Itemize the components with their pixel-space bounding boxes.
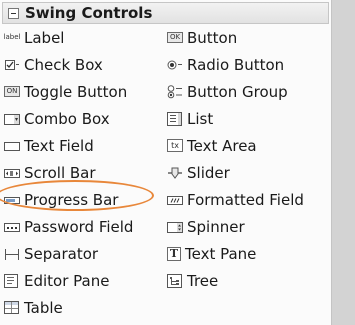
item-label: Check Box	[24, 55, 103, 74]
item-label: Button Group	[187, 82, 288, 101]
text-field-icon	[4, 139, 20, 153]
text-pane-icon: T	[167, 246, 181, 261]
button-group-icon	[167, 84, 183, 99]
item-label: Table	[24, 298, 63, 317]
item-label: Formatted Field	[187, 190, 304, 209]
table-icon	[4, 300, 20, 315]
password-field-icon	[4, 220, 20, 234]
palette-item-separator[interactable]: Separator	[4, 240, 98, 267]
formatted-field-icon	[167, 193, 183, 207]
palette-item-spinner[interactable]: Spinner	[167, 213, 245, 240]
list-icon	[167, 111, 183, 126]
combo-box-icon	[4, 112, 20, 126]
toggle-button-icon: ON	[4, 86, 20, 97]
item-label: List	[187, 109, 214, 128]
item-label: Slider	[187, 163, 230, 182]
item-label: Scroll Bar	[24, 163, 96, 182]
palette-item-tree[interactable]: Tree	[167, 267, 218, 294]
component-grid: label Label Check Box ON Toggle Button C…	[0, 24, 330, 325]
scroll-bar-icon	[4, 166, 20, 180]
swing-controls-header[interactable]: Swing Controls	[2, 2, 329, 24]
radio-button-icon	[167, 58, 183, 72]
palette-item-check-box[interactable]: Check Box	[4, 51, 103, 78]
vertical-scrollbar[interactable]	[331, 0, 355, 325]
spinner-icon	[167, 220, 183, 234]
text-area-icon: tx	[167, 139, 183, 152]
palette-item-button[interactable]: OK Button	[167, 24, 237, 51]
palette-item-toggle-button[interactable]: ON Toggle Button	[4, 78, 127, 105]
label-icon: label	[3, 33, 21, 41]
item-label: Progress Bar	[24, 190, 119, 209]
item-label: Password Field	[24, 217, 134, 236]
palette-item-scroll-bar[interactable]: Scroll Bar	[4, 159, 96, 186]
tree-icon	[167, 273, 183, 288]
palette-item-password-field[interactable]: Password Field	[4, 213, 133, 240]
collapse-icon[interactable]	[8, 7, 19, 19]
palette-item-button-group[interactable]: Button Group	[167, 78, 288, 105]
palette-item-slider[interactable]: Slider	[167, 159, 230, 186]
item-label: Toggle Button	[24, 82, 128, 101]
button-icon: OK	[167, 32, 183, 43]
palette-item-progress-bar[interactable]: Progress Bar	[4, 186, 118, 213]
palette-item-list[interactable]: List	[167, 105, 213, 132]
item-label: Text Area	[187, 136, 257, 155]
section-title: Swing Controls	[25, 4, 153, 22]
swing-palette: Swing Controls label Label Check Box ON …	[0, 0, 355, 325]
palette-item-combo-box[interactable]: Combo Box	[4, 105, 110, 132]
item-label: Tree	[187, 271, 219, 290]
checkbox-icon	[4, 58, 20, 72]
item-label: Text Field	[24, 136, 94, 155]
palette-item-editor-pane[interactable]: Editor Pane	[4, 267, 109, 294]
palette-item-text-area[interactable]: tx Text Area	[167, 132, 257, 159]
palette-item-text-pane[interactable]: T Text Pane	[167, 240, 256, 267]
item-label: Spinner	[187, 217, 245, 236]
item-label: Separator	[24, 244, 99, 263]
item-label: Button	[187, 28, 238, 47]
progress-bar-icon	[4, 193, 20, 207]
palette-item-formatted-field[interactable]: Formatted Field	[167, 186, 304, 213]
separator-icon	[4, 247, 20, 261]
editor-pane-icon	[4, 273, 20, 288]
palette-item-label[interactable]: label Label	[3, 24, 65, 51]
item-label: Label	[24, 28, 65, 47]
item-label: Radio Button	[187, 55, 285, 74]
item-label: Combo Box	[24, 109, 110, 128]
item-label: Editor Pane	[24, 271, 110, 290]
palette-item-radio-button[interactable]: Radio Button	[167, 51, 284, 78]
palette-item-text-field[interactable]: Text Field	[4, 132, 94, 159]
palette-item-table[interactable]: Table	[4, 294, 63, 321]
slider-icon	[167, 166, 183, 180]
item-label: Text Pane	[185, 244, 257, 263]
